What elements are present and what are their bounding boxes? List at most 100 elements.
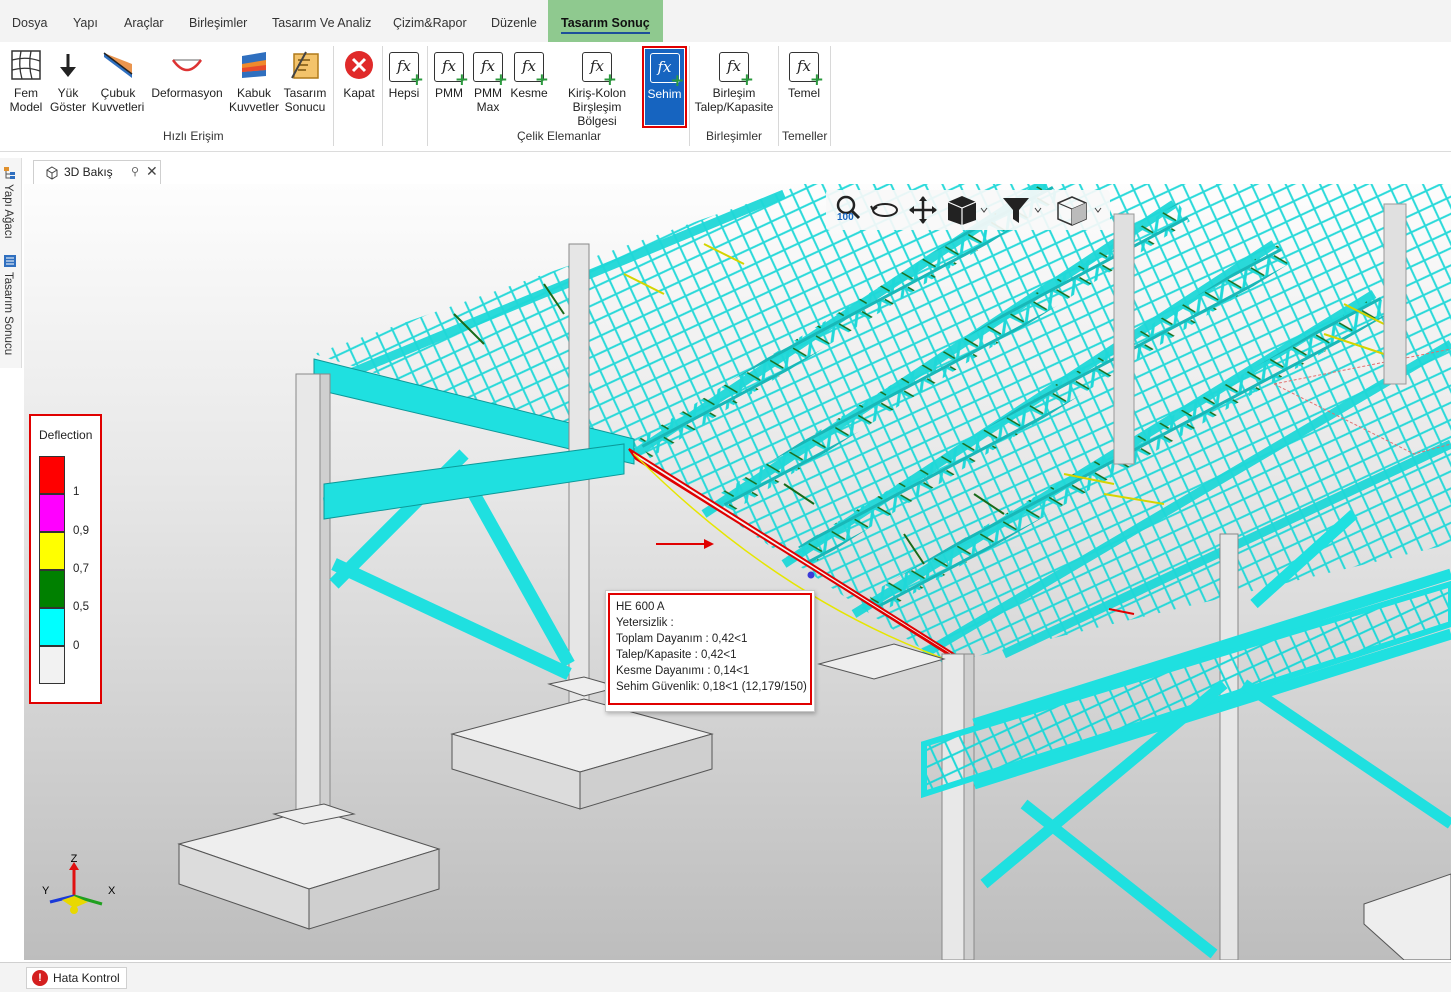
- legend-swatch: [39, 532, 65, 570]
- hata-kontrol-button[interactable]: ! Hata Kontrol: [26, 967, 127, 989]
- legend-swatch: [39, 608, 65, 646]
- tab-tasarim-sonuc[interactable]: Tasarım Sonuç: [548, 0, 663, 42]
- kiris-kolon-label-2: Birşleşim Bölgesi: [572, 100, 622, 128]
- tasarim-sonucu-label-1: Tasarım: [283, 86, 327, 100]
- ribbon-separator: [830, 46, 831, 146]
- function-icon: fx +: [514, 52, 549, 89]
- pin-icon[interactable]: ⚲: [131, 161, 139, 184]
- tasarim-sonucu-button[interactable]: Tasarım Sonucu: [282, 48, 328, 114]
- tooltip-highlight-box: HE 600 A Yetersizlik : Toplam Dayanım : …: [608, 593, 812, 705]
- hepsi-button[interactable]: fx + Hepsi: [386, 48, 424, 100]
- ribbon: Fem Model Yük Göster Çubuk Kuvvetleri De…: [0, 42, 1451, 152]
- tab-tasarim-ve-analiz[interactable]: Tasarım Ve Analiz: [272, 0, 371, 42]
- deformasyon-button[interactable]: Deformasyon: [149, 48, 225, 100]
- kapat-button[interactable]: Kapat: [339, 48, 379, 100]
- close-tab-icon[interactable]: ✕: [146, 160, 158, 183]
- section-box-button[interactable]: [1054, 194, 1104, 226]
- function-icon: fx +: [649, 53, 685, 90]
- zoom-button[interactable]: 100: [834, 194, 862, 226]
- shell-forces-icon: [242, 52, 266, 78]
- axis-z-label: Z: [71, 854, 78, 865]
- kapat-label: Kapat: [343, 86, 375, 100]
- results-icon: [4, 255, 16, 267]
- fem-model-label-2: Model: [9, 100, 43, 114]
- menu-bar: Dosya Yapı Araçlar Birleşimler Tasarım V…: [0, 0, 1451, 42]
- birlesim-talep-kapasite-button[interactable]: fx + Birleşim Talep/Kapasite: [692, 48, 776, 114]
- cubuk-kuvvetleri-button[interactable]: Çubuk Kuvvetleri: [90, 48, 146, 114]
- group-label-celik-elemanlar: Çelik Elemanlar: [517, 129, 602, 143]
- ribbon-separator: [427, 46, 428, 146]
- tasarim-sonucu-label-2: Sonucu: [284, 100, 326, 114]
- tab-duzenle[interactable]: Düzenle: [491, 0, 537, 42]
- yuk-goster-button[interactable]: Yük Göster: [48, 48, 88, 114]
- rotate-button[interactable]: [870, 194, 900, 226]
- temel-button[interactable]: fx + Temel: [784, 48, 824, 100]
- function-icon: fx +: [473, 52, 508, 89]
- pmm-button[interactable]: fx + PMM: [431, 48, 469, 100]
- structure-3d-model: [177, 184, 1451, 960]
- ribbon-separator: [689, 46, 690, 146]
- tab-yapi[interactable]: Yapı: [73, 0, 98, 42]
- kiris-kolon-button[interactable]: fx + Kiriş-Kolon Birşleşim Bölgesi: [552, 48, 642, 128]
- group-label-hizli-erisim: Hızlı Erişim: [163, 129, 224, 143]
- function-icon: fx +: [789, 52, 824, 89]
- tab-birlesimler[interactable]: Birleşimler: [189, 0, 247, 42]
- pmm-max-button[interactable]: fx + PMM Max: [470, 48, 508, 114]
- legend-value: 0,5: [73, 601, 89, 613]
- pan-icon: [909, 196, 937, 224]
- member-info-tooltip: HE 600 A Yetersizlik : Toplam Dayanım : …: [605, 590, 815, 712]
- filter-button[interactable]: [1000, 194, 1044, 226]
- view-toolbar: 100: [826, 190, 1110, 230]
- ribbon-separator: [778, 46, 779, 146]
- sidebar-item-yapi-agaci[interactable]: Yapı Ağacı: [2, 184, 14, 239]
- rotate-3d-icon: [46, 166, 58, 180]
- tab-dosya[interactable]: Dosya: [12, 0, 47, 42]
- fem-model-label-1: Fem: [14, 86, 38, 100]
- kabuk-label-2: Kuvvetler: [228, 100, 280, 114]
- yuk-goster-label-2: Göster: [49, 100, 86, 114]
- tab-3d-bakis-title: 3D Bakış: [64, 165, 113, 179]
- rotate-icon: [870, 203, 898, 217]
- member-forces-icon: [103, 52, 133, 78]
- tooltip-section: HE 600 A: [616, 601, 665, 613]
- sidebar-item-tasarim-sonucu[interactable]: Tasarım Sonucu: [2, 272, 14, 355]
- function-icon: fx +: [434, 52, 469, 89]
- tab-cizim-rapor[interactable]: Çizim&Rapor: [393, 0, 467, 42]
- error-icon: !: [32, 970, 48, 986]
- kabuk-kuvvetler-button[interactable]: Kabuk Kuvvetler: [228, 48, 280, 114]
- tooltip-total-strength: Toplam Dayanım : 0,42<1: [616, 633, 748, 645]
- legend-swatch: [39, 494, 65, 532]
- tab-araclar[interactable]: Araçlar: [124, 0, 164, 42]
- legend-title: Deflection: [39, 428, 93, 442]
- cubuk-label-1: Çubuk: [100, 86, 136, 100]
- deformasyon-label: Deformasyon: [151, 86, 223, 100]
- pan-button[interactable]: [908, 194, 938, 226]
- fem-model-button[interactable]: Fem Model: [6, 48, 46, 114]
- mesh-icon: [11, 50, 41, 80]
- hata-kontrol-label: Hata Kontrol: [53, 971, 120, 985]
- tab-3d-bakis[interactable]: 3D Bakış ⚲ ✕: [33, 160, 161, 184]
- cube-icon: [947, 196, 988, 225]
- tooltip-insufficiency: Yetersizlik :: [616, 617, 674, 629]
- group-label-temeller: Temeller: [782, 129, 828, 143]
- pmm-max-label-2: Max: [476, 100, 500, 114]
- function-icon: fx +: [389, 52, 424, 89]
- legend-value: 0,9: [73, 525, 89, 537]
- tree-icon: [4, 167, 15, 179]
- ribbon-separator: [333, 46, 334, 146]
- selection-marker: [807, 571, 815, 579]
- side-panel-tabs: Yapı Ağacı Tasarım Sonucu: [0, 158, 22, 368]
- 3d-viewport[interactable]: 100 Z Y X: [24, 184, 1451, 960]
- ribbon-separator: [382, 46, 383, 146]
- axis-triad: Z Y X: [42, 854, 116, 914]
- tooltip-deflection-safety: Sehim Güvenlik: 0,18<1 (12,179/150): [616, 681, 807, 693]
- legend-swatch: [39, 646, 65, 684]
- sehim-button[interactable]: fx + Sehim: [642, 46, 687, 128]
- legend-value: 0: [73, 640, 80, 652]
- group-label-birlesimler: Birleşimler: [706, 129, 763, 143]
- tooltip-shear-strength: Kesme Dayanımı : 0,14<1: [616, 665, 750, 677]
- zoom-level: 100: [837, 212, 854, 223]
- view-cube-button[interactable]: [946, 194, 990, 226]
- kesme-button[interactable]: fx + Kesme: [509, 48, 549, 100]
- section-box-icon: [1057, 196, 1102, 226]
